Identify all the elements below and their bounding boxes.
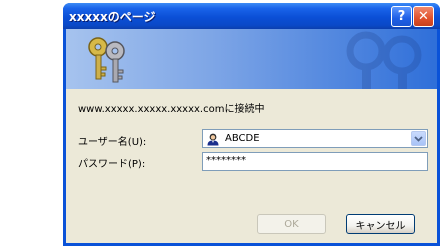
cancel-button[interactable]: キャンセル	[346, 214, 415, 234]
close-icon: ✕	[418, 9, 429, 24]
close-button[interactable]: ✕	[413, 6, 434, 27]
title-bar[interactable]: xxxxxのページ ? ✕	[63, 3, 440, 29]
username-dropdown-button[interactable]	[411, 131, 426, 146]
help-icon: ?	[397, 9, 406, 24]
user-avatar-icon	[207, 133, 219, 146]
keys-icon	[88, 37, 125, 83]
help-button[interactable]: ?	[391, 6, 412, 27]
password-value: ********	[206, 155, 246, 166]
ok-button[interactable]: OK	[257, 214, 326, 234]
connection-message: www.xxxxx.xxxxx.xxxxx.comに接続中	[78, 104, 265, 115]
login-dialog: xxxxxのページ ? ✕ www.xxxxx.xxxxx.xxxxx.comに…	[63, 3, 440, 246]
keys-watermark-icon	[346, 31, 422, 89]
dialog-banner	[66, 29, 437, 89]
dialog-body: www.xxxxx.xxxxx.xxxxx.comに接続中 ユーザー名(U): …	[66, 29, 437, 243]
username-label: ユーザー名(U):	[78, 137, 147, 148]
password-label: パスワード(P):	[78, 159, 146, 170]
password-field[interactable]: ********	[202, 152, 428, 171]
chevron-down-icon	[414, 135, 423, 142]
username-value: ABCDE	[225, 133, 260, 144]
window-title: xxxxxのページ	[69, 10, 156, 24]
username-combobox[interactable]: ABCDE	[202, 129, 428, 148]
